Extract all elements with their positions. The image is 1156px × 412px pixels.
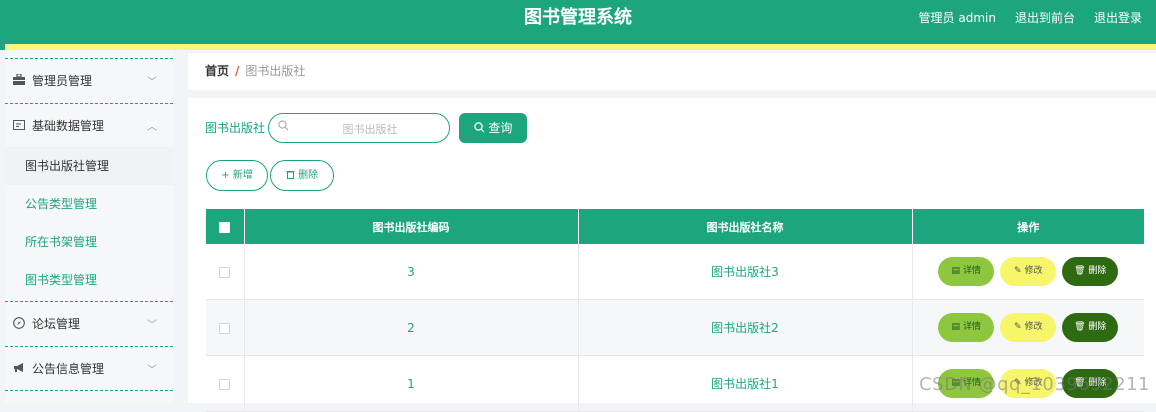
table-row: 1 图书出版社1 ▤ 详情 ✎ 修改 🗑 删除	[206, 355, 1144, 412]
column-header[interactable]: 图书出版社编码	[244, 209, 579, 244]
search-label: 图书出版社	[205, 121, 266, 135]
detail-label: 详情	[962, 266, 981, 276]
pencil-icon: ✎	[1014, 266, 1022, 276]
publisher-table: 图书出版社编码 图书出版社名称 操作 3 图书出版社3 ▤ 详情 ✎ 修改 🗑 …	[206, 209, 1144, 412]
breadcrumb-current: 图书出版社	[245, 64, 306, 78]
compass-icon	[12, 316, 26, 331]
menu-group-forum[interactable]: 论坛管理 ﹀	[5, 301, 173, 345]
delete-label: 删除	[1088, 322, 1107, 332]
breadcrumb: 首页 / 图书出版社	[188, 53, 1156, 90]
megaphone-icon	[12, 362, 26, 376]
cell-name: 图书出版社1	[578, 355, 913, 412]
detail-button[interactable]: ▤ 详情	[938, 369, 995, 398]
menu-group-admin[interactable]: 管理员管理 ﹀	[5, 58, 173, 102]
menu-group-label: 公告信息管理	[32, 362, 105, 376]
pencil-icon: ✎	[1014, 378, 1022, 388]
top-header: 图书管理系统 管理员 admin 退出到前台 退出登录	[0, 0, 1156, 44]
chevron-down-icon: ﹀	[147, 365, 157, 376]
select-all-checkbox[interactable]	[219, 221, 231, 233]
sidebar-divider	[5, 390, 173, 391]
cell-code: 3	[244, 244, 579, 300]
batch-delete-button[interactable]: 删除	[270, 160, 334, 191]
menu-group-label: 论坛管理	[32, 317, 81, 331]
chevron-down-icon: ﹀	[147, 320, 157, 331]
cell-name: 图书出版社2	[578, 299, 913, 356]
row-checkbox[interactable]	[219, 322, 231, 334]
document-icon: ▤	[951, 322, 961, 332]
admin-user-label[interactable]: 管理员 admin	[919, 0, 996, 36]
menu-group-label: 管理员管理	[32, 74, 93, 88]
chevron-down-icon: ﹀	[147, 77, 157, 88]
sidebar-item-book-type[interactable]: 图书类型管理	[5, 261, 173, 299]
trash-icon: 🗑	[1074, 378, 1086, 388]
trash-icon: 🗑	[1074, 322, 1086, 332]
detail-label: 详情	[962, 378, 981, 388]
edit-label: 修改	[1024, 378, 1043, 388]
breadcrumb-separator: /	[235, 64, 240, 78]
trash-icon	[286, 170, 298, 181]
column-header[interactable]: 图书出版社名称	[578, 209, 913, 244]
sidebar: 管理员管理 ﹀ 基础数据管理 ︿ 图书出版社管理 公告类型管理 所在书架管理 图…	[5, 50, 173, 403]
search-icon	[278, 120, 289, 134]
detail-label: 详情	[962, 322, 981, 332]
delete-button[interactable]: 🗑 删除	[1062, 369, 1119, 398]
add-button-label: 新增	[232, 170, 253, 181]
table-row: 3 图书出版社3 ▤ 详情 ✎ 修改 🗑 删除	[206, 244, 1144, 300]
cell-code: 1	[244, 355, 579, 412]
cell-code: 2	[244, 299, 579, 356]
delete-button[interactable]: 🗑 删除	[1062, 313, 1119, 342]
sidebar-item-notice-type[interactable]: 公告类型管理	[5, 185, 173, 223]
cell-name: 图书出版社3	[578, 244, 913, 300]
breadcrumb-home[interactable]: 首页	[205, 64, 229, 78]
edit-button[interactable]: ✎ 修改	[1000, 369, 1057, 398]
search-input[interactable]	[293, 117, 447, 141]
select-all-cell	[206, 209, 245, 244]
query-button[interactable]: 查询	[459, 113, 527, 143]
add-button[interactable]: + 新增	[206, 160, 268, 191]
edit-label: 修改	[1024, 266, 1043, 276]
delete-button[interactable]: 🗑 删除	[1062, 257, 1119, 286]
chevron-up-icon: ︿	[147, 122, 157, 133]
delete-button-label: 删除	[298, 170, 319, 181]
edit-button[interactable]: ✎ 修改	[1000, 257, 1057, 286]
main-content: 图书出版社 查询 + 新增 删除 图书出版社编码 图书出版社名称 操作	[188, 98, 1156, 412]
edit-label: 修改	[1024, 322, 1043, 332]
exit-to-frontend-link[interactable]: 退出到前台	[1015, 0, 1075, 36]
document-icon: ▤	[951, 378, 961, 388]
document-icon: ▤	[951, 266, 961, 276]
header-accent-bar	[0, 44, 1156, 50]
trash-icon: 🗑	[1074, 266, 1086, 276]
detail-button[interactable]: ▤ 详情	[938, 257, 995, 286]
delete-label: 删除	[1088, 266, 1107, 276]
column-header: 操作	[912, 209, 1144, 244]
menu-group-announcements[interactable]: 公告信息管理 ﹀	[5, 346, 173, 390]
table-header-row: 图书出版社编码 图书出版社名称 操作	[206, 209, 1144, 244]
search-box	[268, 113, 450, 143]
sidebar-item-bookshelf[interactable]: 所在书架管理	[5, 223, 173, 261]
query-button-label: 查询	[488, 121, 513, 135]
sidebar-item-publisher[interactable]: 图书出版社管理	[5, 147, 173, 185]
logout-link[interactable]: 退出登录	[1094, 0, 1142, 36]
plus-icon: +	[221, 170, 230, 181]
pencil-icon: ✎	[1014, 322, 1022, 332]
menu-group-basic-data[interactable]: 基础数据管理 ︿	[5, 103, 173, 147]
menu-group-label: 基础数据管理	[32, 119, 105, 133]
briefcase-icon	[12, 72, 26, 88]
search-icon	[473, 121, 489, 135]
edit-button[interactable]: ✎ 修改	[1000, 313, 1057, 342]
id-card-icon	[12, 119, 26, 133]
header-links: 管理员 admin 退出到前台 退出登录	[919, 0, 1142, 36]
row-checkbox[interactable]	[219, 378, 231, 390]
table-row: 2 图书出版社2 ▤ 详情 ✎ 修改 🗑 删除	[206, 299, 1144, 356]
delete-label: 删除	[1088, 378, 1107, 388]
row-checkbox[interactable]	[219, 266, 231, 278]
detail-button[interactable]: ▤ 详情	[938, 313, 995, 342]
